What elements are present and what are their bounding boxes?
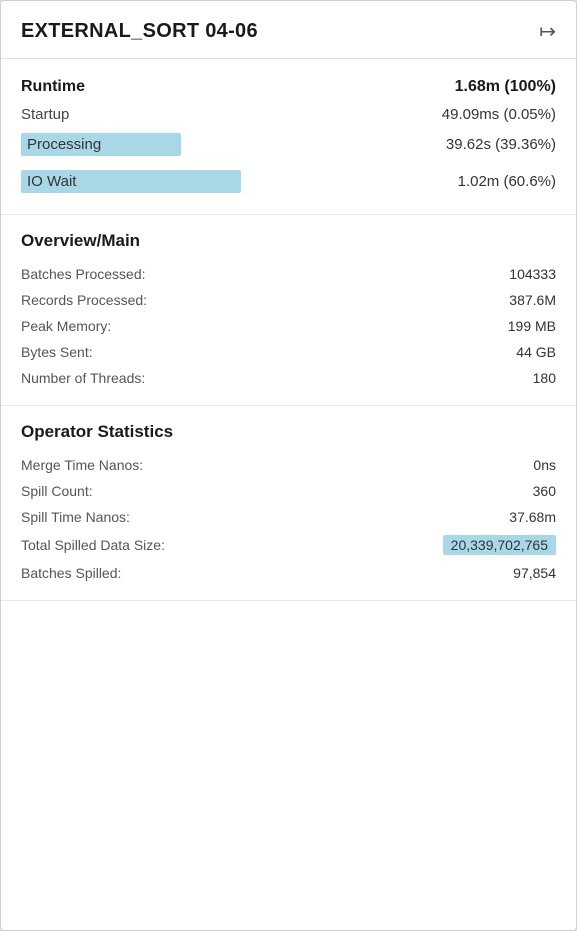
peak-memory-row: Peak Memory: 199 MB	[21, 313, 556, 339]
processing-row: Processing 39.62s (39.36%)	[21, 128, 556, 161]
iowait-label: IO Wait	[21, 170, 241, 193]
export-icon[interactable]: ↦	[539, 19, 556, 44]
total-spilled-row: Total Spilled Data Size: 20,339,702,765	[21, 530, 556, 560]
spill-count-value: 360	[533, 483, 556, 499]
startup-row: Startup 49.09ms (0.05%)	[21, 101, 556, 128]
threads-row: Number of Threads: 180	[21, 365, 556, 391]
operator-stats-title: Operator Statistics	[21, 422, 556, 442]
merge-time-value: 0ns	[533, 457, 556, 473]
batches-processed-value: 104333	[509, 266, 556, 282]
threads-label: Number of Threads:	[21, 370, 145, 386]
bytes-sent-row: Bytes Sent: 44 GB	[21, 339, 556, 365]
total-spilled-value: 20,339,702,765	[443, 535, 556, 555]
runtime-row: Runtime 1.68m (100%)	[21, 73, 556, 101]
merge-time-label: Merge Time Nanos:	[21, 457, 143, 473]
runtime-label: Runtime	[21, 78, 85, 96]
iowait-value: 1.02m (60.6%)	[458, 173, 556, 190]
runtime-value: 1.68m (100%)	[455, 78, 556, 96]
overview-section: Overview/Main Batches Processed: 104333 …	[1, 215, 576, 406]
runtime-section: Runtime 1.68m (100%) Startup 49.09ms (0.…	[1, 59, 576, 215]
processing-value: 39.62s (39.36%)	[446, 136, 556, 153]
page-title: EXTERNAL_SORT 04-06	[21, 20, 258, 43]
merge-time-row: Merge Time Nanos: 0ns	[21, 452, 556, 478]
spill-count-label: Spill Count:	[21, 483, 93, 499]
peak-memory-label: Peak Memory:	[21, 318, 111, 334]
bytes-sent-label: Bytes Sent:	[21, 344, 93, 360]
operator-stats-section: Operator Statistics Merge Time Nanos: 0n…	[1, 406, 576, 601]
iowait-row: IO Wait 1.02m (60.6%)	[21, 165, 556, 198]
records-processed-label: Records Processed:	[21, 292, 147, 308]
header: EXTERNAL_SORT 04-06 ↦	[1, 1, 576, 59]
spill-time-row: Spill Time Nanos: 37.68m	[21, 504, 556, 530]
spill-count-row: Spill Count: 360	[21, 478, 556, 504]
peak-memory-value: 199 MB	[508, 318, 556, 334]
spill-time-label: Spill Time Nanos:	[21, 509, 130, 525]
bytes-sent-value: 44 GB	[516, 344, 556, 360]
batches-spilled-label: Batches Spilled:	[21, 565, 121, 581]
startup-label: Startup	[21, 106, 69, 123]
records-processed-row: Records Processed: 387.6M	[21, 287, 556, 313]
overview-title: Overview/Main	[21, 231, 556, 251]
startup-value: 49.09ms (0.05%)	[442, 106, 556, 123]
records-processed-value: 387.6M	[509, 292, 556, 308]
batches-processed-label: Batches Processed:	[21, 266, 146, 282]
processing-label: Processing	[21, 133, 181, 156]
threads-value: 180	[533, 370, 556, 386]
batches-spilled-row: Batches Spilled: 97,854	[21, 560, 556, 586]
total-spilled-label: Total Spilled Data Size:	[21, 537, 165, 553]
spill-time-value: 37.68m	[509, 509, 556, 525]
card: EXTERNAL_SORT 04-06 ↦ Runtime 1.68m (100…	[0, 0, 577, 931]
batches-spilled-value: 97,854	[513, 565, 556, 581]
batches-processed-row: Batches Processed: 104333	[21, 261, 556, 287]
